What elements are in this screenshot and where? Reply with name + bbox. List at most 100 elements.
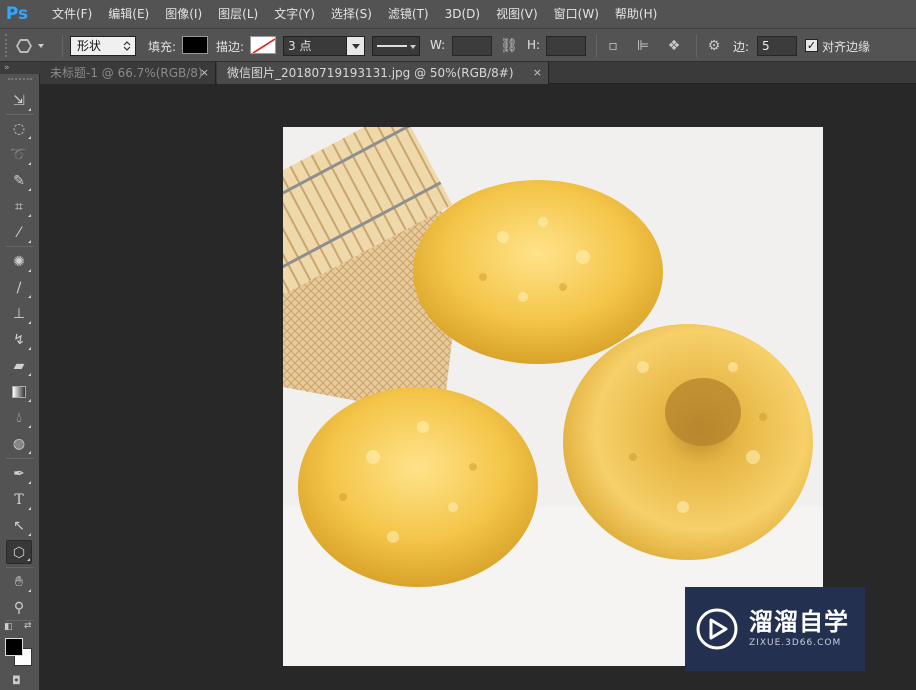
path-select-tool[interactable]: ↖	[6, 514, 32, 538]
eraser-tool[interactable]: ▰	[6, 354, 32, 378]
options-bar-grip[interactable]	[5, 34, 10, 57]
stroke-type-select[interactable]	[372, 36, 420, 56]
shape-tool[interactable]: ⬡	[6, 540, 32, 564]
divider	[696, 35, 697, 57]
close-icon[interactable]: ×	[533, 62, 542, 84]
menu-select[interactable]: 选择(S)	[323, 0, 380, 28]
options-bar: 形状 填充: 描边: 3 点 W: ⛓ H: ▫ ⊫ ❖ ⚙ 边: 5 ✓ 对齐…	[0, 28, 916, 62]
polygon-icon: ⬡	[12, 545, 26, 561]
history-brush-icon: ↯	[13, 332, 25, 348]
align-edges-checkbox[interactable]: ✓	[805, 39, 818, 52]
gear-icon[interactable]: ⚙	[705, 37, 723, 55]
eyedropper-tool[interactable]: ⁄	[6, 221, 32, 245]
path-arrangement-icon[interactable]: ❖	[665, 37, 683, 55]
lasso-tool[interactable]: ➰	[6, 143, 32, 167]
divider	[62, 35, 63, 57]
foreground-color-swatch[interactable]	[5, 638, 23, 656]
watermark: 溜溜自学 ZIXUE.3D66.COM	[685, 587, 865, 671]
height-label: H:	[527, 38, 541, 52]
tab-label: 微信图片_20180719193131.jpg @ 50%(RGB/8#)	[227, 66, 514, 80]
align-edges-label: 对齐边缘	[822, 40, 871, 54]
tab-label: 未标题-1 @ 66.7%(RGB/8)	[50, 66, 203, 80]
brush-icon: ∕	[16, 280, 22, 296]
quick-selection-icon: ✎	[13, 173, 25, 189]
chevron-down-icon	[410, 45, 416, 49]
shape-mode-value: 形状	[77, 39, 102, 53]
menu-window[interactable]: 窗口(W)	[546, 0, 607, 28]
quick-mask-icon[interactable]: ◘	[12, 674, 21, 687]
width-field[interactable]	[452, 36, 492, 56]
shape-mode-select[interactable]: 形状	[70, 36, 136, 56]
lasso-icon: ➰	[10, 147, 28, 163]
tool-preset-picker[interactable]	[16, 36, 56, 56]
close-icon[interactable]: ×	[200, 62, 209, 84]
tools-panel: » ⇲ ◌ ➰ ✎ ⌗ ⁄ ✺ ∕ ⊥ ↯ ▰ 💧︎ ◍ ✒ T ↖ ⬡ ✋︎ …	[0, 62, 40, 690]
healing-brush-icon: ✺	[13, 254, 25, 270]
fill-color-swatch[interactable]	[182, 36, 208, 54]
solid-line-icon	[377, 45, 407, 47]
path-alignment-icon[interactable]: ⊫	[634, 37, 652, 55]
dropdown-button[interactable]	[346, 37, 364, 55]
gradient-tool[interactable]	[6, 380, 32, 404]
stroke-color-swatch[interactable]	[250, 36, 276, 54]
watermark-subtitle: ZIXUE.3D66.COM	[749, 638, 842, 648]
path-selection-icon: ↖	[13, 518, 25, 534]
menu-view[interactable]: 视图(V)	[488, 0, 546, 28]
menu-type[interactable]: 文字(Y)	[266, 0, 323, 28]
dodge-tool[interactable]: ◍	[6, 432, 32, 456]
healing-tool[interactable]: ✺	[6, 250, 32, 274]
default-colors-icon[interactable]: ◧	[4, 622, 13, 632]
divider	[6, 567, 34, 568]
menu-image[interactable]: 图像(I)	[157, 0, 210, 28]
photoshop-logo: Ps	[5, 4, 29, 24]
menu-layer[interactable]: 图层(L)	[210, 0, 266, 28]
type-icon: T	[14, 492, 24, 508]
crop-tool[interactable]: ⌗	[6, 195, 32, 219]
hexagon-icon	[16, 39, 32, 53]
fungus-photo	[283, 127, 823, 666]
width-label: W:	[430, 38, 446, 52]
divider	[596, 35, 597, 57]
menu-bar: Ps 文件(F) 编辑(E) 图像(I) 图层(L) 文字(Y) 选择(S) 滤…	[0, 0, 916, 28]
crop-icon: ⌗	[15, 199, 23, 215]
clone-stamp-icon: ⊥	[12, 306, 26, 322]
chevron-down-icon	[352, 44, 360, 49]
play-logo-icon	[696, 608, 738, 650]
link-icon[interactable]: ⛓	[500, 37, 518, 55]
divider	[6, 458, 34, 459]
eraser-icon: ▰	[13, 358, 25, 374]
sides-field[interactable]: 5	[757, 36, 797, 56]
type-tool[interactable]: T	[6, 488, 32, 512]
panel-grip[interactable]	[8, 78, 32, 82]
history-brush-tool[interactable]: ↯	[6, 328, 32, 352]
quick-select-tool[interactable]: ✎	[6, 169, 32, 193]
zoom-icon: ⚲	[13, 600, 25, 616]
hand-icon: ✋︎	[15, 574, 23, 590]
tab-wechat-image[interactable]: 微信图片_20180719193131.jpg @ 50%(RGB/8#) ×	[217, 62, 549, 84]
stroke-width-select[interactable]: 3 点	[283, 36, 365, 56]
tab-untitled-1[interactable]: 未标题-1 @ 66.7%(RGB/8) ×	[40, 62, 216, 84]
menu-edit[interactable]: 编辑(E)	[100, 0, 157, 28]
menu-filter[interactable]: 滤镜(T)	[380, 0, 437, 28]
brush-tool[interactable]: ∕	[6, 276, 32, 300]
menu-file[interactable]: 文件(F)	[44, 0, 100, 28]
move-tool[interactable]: ⇲	[6, 89, 32, 113]
menu-help[interactable]: 帮助(H)	[607, 0, 665, 28]
stroke-label: 描边:	[216, 40, 245, 54]
swap-colors-icon[interactable]: ⇄	[24, 621, 32, 631]
marquee-tool[interactable]: ◌	[6, 117, 32, 141]
collapse-panel-button[interactable]: »	[0, 62, 40, 74]
menu-3d[interactable]: 3D(D)	[437, 0, 488, 28]
stamp-tool[interactable]: ⊥	[6, 302, 32, 326]
no-stroke-icon	[252, 38, 275, 53]
pen-tool[interactable]: ✒	[6, 462, 32, 486]
document-image[interactable]	[283, 127, 823, 666]
pen-icon: ✒	[13, 466, 25, 482]
move-icon: ⇲	[13, 93, 25, 109]
watermark-title: 溜溜自学	[749, 608, 849, 636]
blur-tool[interactable]: 💧︎	[6, 406, 32, 430]
height-field[interactable]	[546, 36, 586, 56]
zoom-tool[interactable]: ⚲	[6, 596, 32, 620]
path-operations-icon[interactable]: ▫	[604, 37, 622, 55]
hand-tool[interactable]: ✋︎	[6, 570, 32, 594]
